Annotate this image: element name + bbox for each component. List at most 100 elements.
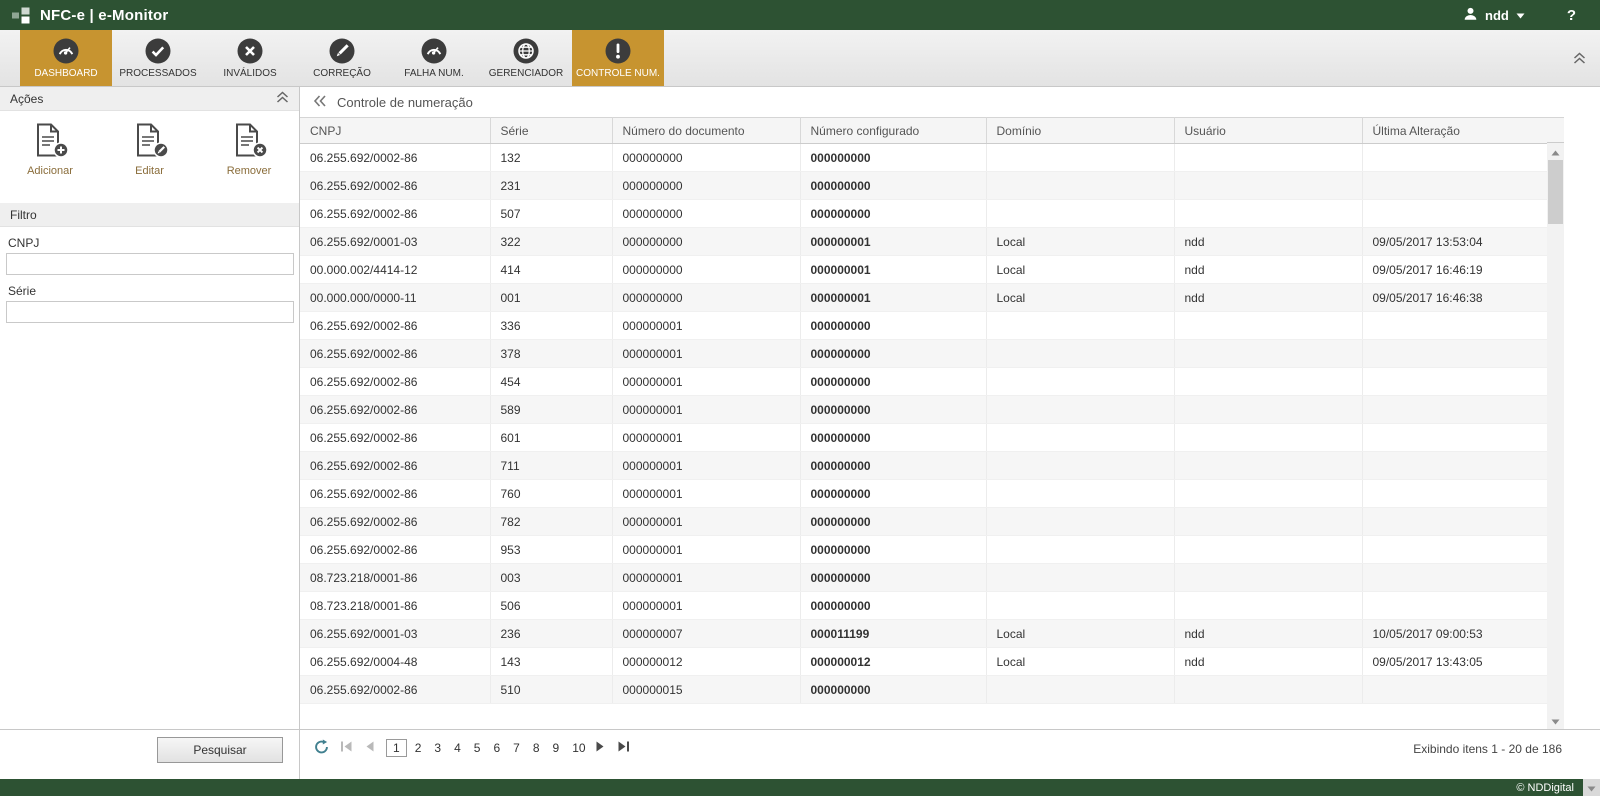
cell: 08.723.218/0001-86	[300, 564, 490, 592]
scroll-down-button[interactable]	[1547, 712, 1564, 729]
page-button-4[interactable]: 4	[449, 739, 466, 757]
prev-page-button[interactable]	[365, 739, 375, 757]
cell: 000000000	[800, 144, 986, 172]
column-header-5[interactable]: Usuário	[1174, 118, 1362, 144]
cell: 000000000	[800, 480, 986, 508]
filter-panel-title: Filtro	[10, 208, 37, 222]
table-row[interactable]: 06.255.692/0004-48143000000012000000012L…	[300, 648, 1547, 676]
column-header-2[interactable]: Número do documento	[612, 118, 800, 144]
last-page-button[interactable]	[616, 739, 630, 757]
scrollbar-thumb[interactable]	[1548, 160, 1563, 224]
table-row[interactable]: 06.255.692/0002-86510000000015000000000	[300, 676, 1547, 704]
cell: 414	[490, 256, 612, 284]
table-row[interactable]: 06.255.692/0001-03236000000007000011199L…	[300, 620, 1547, 648]
page-button-6[interactable]: 6	[488, 739, 505, 757]
gauge-circle-icon	[53, 38, 79, 65]
tab-label: DASHBOARD	[34, 68, 97, 79]
sidebar-footer: Pesquisar	[0, 729, 299, 779]
first-page-button[interactable]	[340, 739, 354, 757]
cell	[1362, 508, 1547, 536]
vertical-scrollbar[interactable]	[1547, 143, 1564, 729]
scroll-up-button[interactable]	[1547, 143, 1564, 160]
pencil-circle-icon	[329, 38, 355, 65]
cell: ndd	[1174, 256, 1362, 284]
page-button-10[interactable]: 10	[567, 739, 590, 757]
search-button[interactable]: Pesquisar	[157, 737, 283, 763]
table-row[interactable]: 00.000.002/4414-12414000000000000000001L…	[300, 256, 1547, 284]
cell	[986, 480, 1174, 508]
page-button-7[interactable]: 7	[508, 739, 525, 757]
exclamation-circle-icon	[605, 38, 631, 65]
cell: 000000000	[612, 228, 800, 256]
table-row[interactable]: 06.255.692/0002-86760000000001000000000	[300, 480, 1547, 508]
page-number-list: 12345678910	[386, 739, 591, 757]
table-row[interactable]: 06.255.692/0002-86507000000000000000000	[300, 200, 1547, 228]
cell	[1362, 312, 1547, 340]
refresh-button[interactable]	[314, 739, 329, 757]
table-row[interactable]: 06.255.692/0002-86782000000001000000000	[300, 508, 1547, 536]
column-header-6[interactable]: Última Alteração	[1362, 118, 1547, 144]
remover-button[interactable]: Remover	[213, 123, 285, 203]
help-button[interactable]: ?	[1567, 7, 1576, 24]
topbar: NFC-e | e-Monitor ndd ?	[0, 0, 1600, 30]
table-row[interactable]: 06.255.692/0001-03322000000000000000001L…	[300, 228, 1547, 256]
cell	[1362, 340, 1547, 368]
cell	[1362, 676, 1547, 704]
cell: 454	[490, 368, 612, 396]
cell	[1362, 424, 1547, 452]
cell: 000000001	[612, 368, 800, 396]
page-button-8[interactable]: 8	[528, 739, 545, 757]
table-row[interactable]: 08.723.218/0001-86506000000001000000000	[300, 592, 1547, 620]
page-button-3[interactable]: 3	[429, 739, 446, 757]
table-row[interactable]: 06.255.692/0002-86378000000001000000000	[300, 340, 1547, 368]
table-row[interactable]: 06.255.692/0002-86231000000000000000000	[300, 172, 1547, 200]
table-row[interactable]: 06.255.692/0002-86589000000001000000000	[300, 396, 1547, 424]
cell: 06.255.692/0002-86	[300, 368, 490, 396]
table-row[interactable]: 00.000.000/0000-11001000000000000000001L…	[300, 284, 1547, 312]
table-row[interactable]: 06.255.692/0002-86953000000001000000000	[300, 536, 1547, 564]
column-header-4[interactable]: Domínio	[986, 118, 1174, 144]
table-row[interactable]: 06.255.692/0002-86336000000001000000000	[300, 312, 1547, 340]
tab-invalidos[interactable]: INVÁLIDOS	[204, 30, 296, 86]
tab-falha-num[interactable]: FALHA NUM.	[388, 30, 480, 86]
cell	[986, 312, 1174, 340]
editar-button[interactable]: Editar	[114, 123, 186, 203]
table-row[interactable]: 06.255.692/0002-86454000000001000000000	[300, 368, 1547, 396]
actions-collapse-button[interactable]	[276, 91, 289, 107]
next-page-button[interactable]	[595, 739, 605, 757]
table-row[interactable]: 08.723.218/0001-86003000000001000000000	[300, 564, 1547, 592]
page-button-2[interactable]: 2	[410, 739, 427, 757]
column-header-0[interactable]: CNPJ	[300, 118, 490, 144]
tab-dashboard[interactable]: DASHBOARD	[20, 30, 112, 86]
filter-input-cnpj[interactable]	[6, 253, 294, 275]
scrollbar-track[interactable]	[1547, 160, 1564, 712]
x-circle-icon	[237, 38, 263, 65]
cell: 000000000	[800, 676, 986, 704]
tab-controle-num[interactable]: CONTROLE NUM.	[572, 30, 664, 86]
user-menu[interactable]: ndd	[1463, 6, 1525, 24]
collapse-sidebar-button[interactable]	[313, 95, 327, 110]
cell	[1174, 452, 1362, 480]
tab-label: INVÁLIDOS	[223, 68, 276, 79]
cell: 06.255.692/0002-86	[300, 340, 490, 368]
tab-correcao[interactable]: CORREÇÃO	[296, 30, 388, 86]
tab-gerenciador[interactable]: GERENCIADOR	[480, 30, 572, 86]
table-row[interactable]: 06.255.692/0002-86711000000001000000000	[300, 452, 1547, 480]
filter-input-serie[interactable]	[6, 301, 294, 323]
column-header-3[interactable]: Número configurado	[800, 118, 986, 144]
page-button-1[interactable]: 1	[386, 739, 407, 757]
cell: ndd	[1174, 228, 1362, 256]
cell: 000000000	[800, 592, 986, 620]
cell: 143	[490, 648, 612, 676]
toolbar-collapse-button[interactable]	[1573, 52, 1586, 68]
table-row[interactable]: 06.255.692/0002-86132000000000000000000	[300, 144, 1547, 172]
table-row[interactable]: 06.255.692/0002-86601000000001000000000	[300, 424, 1547, 452]
tab-processados[interactable]: PROCESSADOS	[112, 30, 204, 86]
main-panel: Controle de numeração CNPJSérieNúmero do…	[300, 87, 1600, 779]
column-header-1[interactable]: Série	[490, 118, 612, 144]
page-button-9[interactable]: 9	[548, 739, 565, 757]
scrollbar-header-cap	[1547, 117, 1564, 143]
page-button-5[interactable]: 5	[469, 739, 486, 757]
adicionar-button[interactable]: Adicionar	[14, 123, 86, 203]
user-name: ndd	[1485, 8, 1509, 23]
